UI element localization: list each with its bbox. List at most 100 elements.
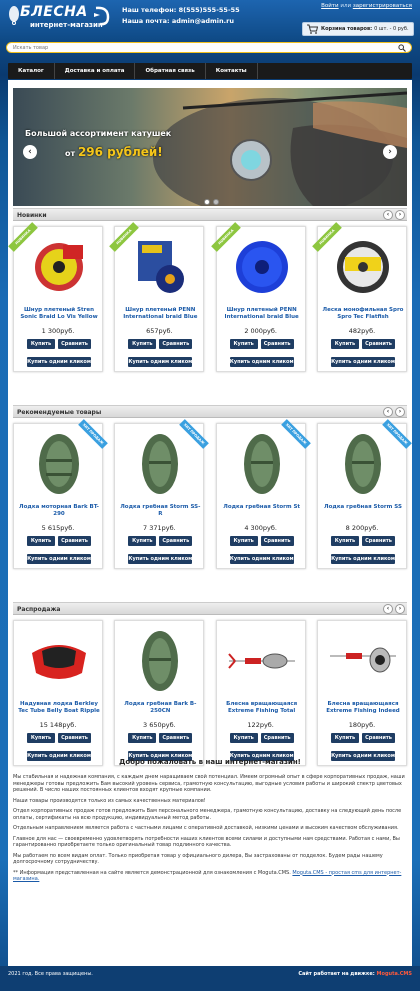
about-paragraph: Отдел корпоративных продаж готов предлож… — [13, 808, 402, 821]
search-input[interactable] — [13, 44, 393, 52]
product-card: ХИТ ПРОДАЖ Лодка моторная Bark BT-290 5 … — [13, 419, 108, 569]
product-title[interactable]: Шнур плетеный PENN International braid B… — [118, 307, 202, 322]
banner-prev-button[interactable]: ‹ — [23, 145, 37, 159]
email-text: Наша почта: admin@admin.ru — [122, 17, 234, 25]
compare-button[interactable]: Сравнить — [260, 339, 294, 349]
product-price: 2 000руб. — [244, 327, 277, 335]
buy-button[interactable]: Купить — [330, 733, 359, 743]
buy-button[interactable]: Купить — [229, 733, 258, 743]
compare-button[interactable]: Сравнить — [361, 339, 395, 349]
product-title[interactable]: Блесна вращающаяся Extreme Fishing Indee… — [321, 701, 405, 716]
product-image[interactable] — [227, 428, 297, 500]
buy-button[interactable]: Купить — [27, 339, 55, 349]
product-title[interactable]: Лодка гребная Storm SS-R — [118, 504, 202, 519]
buy-button[interactable]: Купить — [128, 733, 157, 743]
compare-button[interactable]: Сравнить — [58, 339, 91, 349]
product-image[interactable] — [328, 428, 398, 500]
one-click-button[interactable]: Купить одним кликом — [128, 554, 193, 564]
banner-dot[interactable] — [213, 199, 219, 205]
nav-item-catalog[interactable]: Каталог — [8, 63, 55, 79]
product-title[interactable]: Надувная лодка Berkley Tec Tube Belly Bo… — [17, 701, 101, 716]
prev-arrow-icon[interactable]: ‹ — [383, 210, 393, 220]
one-click-button[interactable]: Купить одним кликом — [330, 357, 395, 367]
product-card: ХИТ ПРОДАЖ Лодка гребная Storm SS 8 200р… — [316, 419, 412, 569]
product-image[interactable] — [227, 625, 297, 697]
product-image[interactable] — [24, 428, 94, 500]
product-card: НОВИНКА Леска монофильная Spro Spro Tec … — [312, 222, 407, 372]
compare-button[interactable]: Сравнить — [260, 536, 294, 546]
compare-button[interactable]: Сравнить — [58, 536, 91, 546]
one-click-button[interactable]: Купить одним кликом — [27, 357, 91, 367]
banner-dot[interactable] — [204, 199, 210, 205]
product-image[interactable] — [125, 231, 195, 303]
nav-item-feedback[interactable]: Обратная связь — [135, 63, 206, 79]
product-card: НОВИНКА Шнур плетеный Stren Sonic Braid … — [8, 222, 103, 372]
next-arrow-icon[interactable]: › — [395, 604, 405, 614]
prev-arrow-icon[interactable]: ‹ — [383, 604, 393, 614]
one-click-button[interactable]: Купить одним кликом — [330, 554, 395, 564]
product-title[interactable]: Шнур плетеный Stren Sonic Braid Lo Vis Y… — [17, 307, 101, 322]
product-image[interactable] — [125, 428, 195, 500]
section-recommended: Рекомендуемые товары ‹ › ХИТ ПРОДАЖ Лодк… — [13, 405, 412, 585]
product-image[interactable] — [24, 231, 94, 303]
compare-button[interactable]: Сравнить — [159, 733, 193, 743]
product-price: 657руб. — [146, 327, 173, 335]
contacts: Наш телефон: 8(555)555-55-55 Наша почта:… — [122, 5, 240, 27]
section-header: Рекомендуемые товары ‹ › — [13, 405, 407, 418]
section-arrows: ‹ › — [383, 210, 405, 220]
next-arrow-icon[interactable]: › — [395, 210, 405, 220]
buy-button[interactable]: Купить — [330, 536, 359, 546]
product-price: 8 200руб. — [345, 524, 379, 532]
product-title[interactable]: Блесна вращающаяся Extreme Fishing Total — [220, 701, 304, 716]
copyright-text: 2021 год. Все права защищены. — [8, 971, 93, 977]
product-image[interactable] — [328, 231, 398, 303]
register-link[interactable]: зарегистрироваться — [353, 3, 412, 9]
product-title[interactable]: Леска монофильная Spro Spro Tec Flatfish — [321, 307, 405, 322]
cart-widget[interactable]: Корзина товаров: 0 шт. - 0 руб. — [302, 22, 414, 36]
product-image[interactable] — [24, 625, 94, 697]
next-arrow-icon[interactable]: › — [395, 407, 405, 417]
product-title[interactable]: Шнур плетеный PENN International braid B… — [220, 307, 304, 322]
one-click-button[interactable]: Купить одним кликом — [229, 554, 294, 564]
product-image[interactable] — [328, 625, 398, 697]
nav-item-contacts[interactable]: Контакты — [206, 63, 258, 79]
one-click-button[interactable]: Купить одним кликом — [229, 357, 294, 367]
one-click-button[interactable]: Купить одним кликом — [27, 554, 91, 564]
about-paragraph: Наши товары производятся только из самых… — [13, 797, 206, 804]
compare-button[interactable]: Сравнить — [159, 536, 193, 546]
search-bar — [6, 42, 412, 53]
compare-button[interactable]: Сравнить — [159, 339, 193, 349]
nav-item-delivery[interactable]: Доставка и оплата — [55, 63, 136, 79]
logo[interactable]: БЛЕСНА интернет-магазин — [4, 3, 110, 33]
banner-subline: от 296 рублей! — [65, 145, 163, 159]
buy-button[interactable]: Купить — [27, 536, 55, 546]
compare-button[interactable]: Сравнить — [260, 733, 294, 743]
buy-button[interactable]: Купить — [128, 339, 157, 349]
about-paragraph: Мы работаем по всем видам оплат. Только … — [13, 852, 383, 866]
product-title[interactable]: Лодка гребная Storm SS — [321, 504, 405, 519]
one-click-button[interactable]: Купить одним кликом — [128, 357, 193, 367]
product-title[interactable]: Лодка гребная Storm St — [220, 504, 304, 519]
product-title[interactable]: Лодка гребная Bark B-250CN — [118, 701, 202, 716]
compare-button[interactable]: Сравнить — [58, 733, 91, 743]
buy-button[interactable]: Купить — [128, 536, 157, 546]
search-icon[interactable] — [398, 44, 406, 52]
buy-button[interactable]: Купить — [330, 339, 359, 349]
engine-link[interactable]: Moguta.CMS — [377, 971, 412, 977]
product-card: Лодка гребная Bark B-250CN 3 650руб. Куп… — [114, 620, 205, 766]
product-image[interactable] — [125, 625, 195, 697]
buy-button[interactable]: Купить — [27, 733, 55, 743]
product-title[interactable]: Лодка моторная Bark BT-290 — [17, 504, 101, 519]
main-nav: Каталог Доставка и оплата Обратная связь… — [8, 63, 412, 79]
product-price: 7 371руб. — [143, 524, 176, 532]
buy-button[interactable]: Купить — [229, 536, 258, 546]
login-link[interactable]: Войти — [321, 3, 339, 9]
compare-button[interactable]: Сравнить — [361, 536, 395, 546]
compare-button[interactable]: Сравнить — [361, 733, 395, 743]
buy-button[interactable]: Купить — [229, 339, 258, 349]
section-header: Распродажа ‹ › — [13, 602, 407, 615]
product-image[interactable] — [227, 231, 297, 303]
banner-next-button[interactable]: › — [383, 145, 397, 159]
prev-arrow-icon[interactable]: ‹ — [383, 407, 393, 417]
banner-price: 296 рублей! — [77, 145, 163, 159]
